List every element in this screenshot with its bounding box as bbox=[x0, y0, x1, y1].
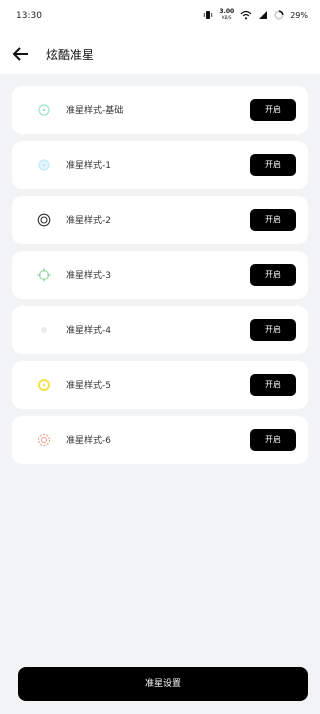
style-label: 准星样式-6 bbox=[66, 436, 111, 446]
style-label: 准星样式-1 bbox=[66, 161, 111, 171]
style-label: 准星样式-基础 bbox=[66, 106, 124, 116]
page-title: 炫酷准星 bbox=[46, 48, 95, 62]
battery-percent: 29% bbox=[290, 10, 308, 20]
crosshair-5-icon bbox=[38, 379, 50, 391]
status-time: 13:30 bbox=[16, 11, 42, 21]
vibrate-icon bbox=[204, 11, 213, 19]
style-label: 准星样式-3 bbox=[66, 271, 111, 281]
enable-button[interactable]: 开启 bbox=[250, 429, 296, 451]
style-label: 准星样式-4 bbox=[66, 326, 111, 336]
top-app-bar: 炫酷准星 bbox=[0, 34, 320, 74]
list-item: 准星样式-6 开启 bbox=[12, 416, 308, 464]
list-item: 准星样式-基础 开启 bbox=[12, 86, 308, 134]
list-item: 准星样式-2 开启 bbox=[12, 196, 308, 244]
wifi-icon bbox=[240, 10, 252, 20]
crosshair-1-icon bbox=[38, 159, 50, 171]
list-item: 准星样式-3 开启 bbox=[12, 251, 308, 299]
style-label: 准星样式-2 bbox=[66, 216, 111, 226]
crosshair-2-icon bbox=[37, 213, 51, 227]
enable-button[interactable]: 开启 bbox=[250, 319, 296, 341]
enable-button[interactable]: 开启 bbox=[250, 374, 296, 396]
list-item: 准星样式-1 开启 bbox=[12, 141, 308, 189]
crosshair-3-icon bbox=[37, 268, 51, 282]
list-item: 准星样式-4 开启 bbox=[12, 306, 308, 354]
battery-ring-icon bbox=[274, 10, 284, 20]
crosshair-basic-icon bbox=[38, 104, 50, 116]
crosshair-settings-button[interactable]: 准星设置 bbox=[18, 667, 308, 701]
back-arrow-icon[interactable] bbox=[10, 43, 32, 65]
enable-button[interactable]: 开启 bbox=[250, 154, 296, 176]
status-bar: 13:30 3.00 KB/S 29% bbox=[0, 0, 320, 34]
enable-button[interactable]: 开启 bbox=[250, 99, 296, 121]
signal-icon bbox=[259, 11, 268, 19]
network-speed: 3.00 KB/S bbox=[219, 8, 235, 21]
crosshair-style-list: 准星样式-基础 开启 准星样式-1 开启 准星样式-2 开启 准星样式-3 开启 bbox=[12, 86, 308, 471]
crosshair-4-icon bbox=[41, 327, 47, 333]
enable-button[interactable]: 开启 bbox=[250, 209, 296, 231]
crosshair-6-icon bbox=[37, 433, 51, 447]
list-item: 准星样式-5 开启 bbox=[12, 361, 308, 409]
status-indicators: 3.00 KB/S 29% bbox=[203, 9, 308, 21]
enable-button[interactable]: 开启 bbox=[250, 264, 296, 286]
style-label: 准星样式-5 bbox=[66, 381, 111, 391]
